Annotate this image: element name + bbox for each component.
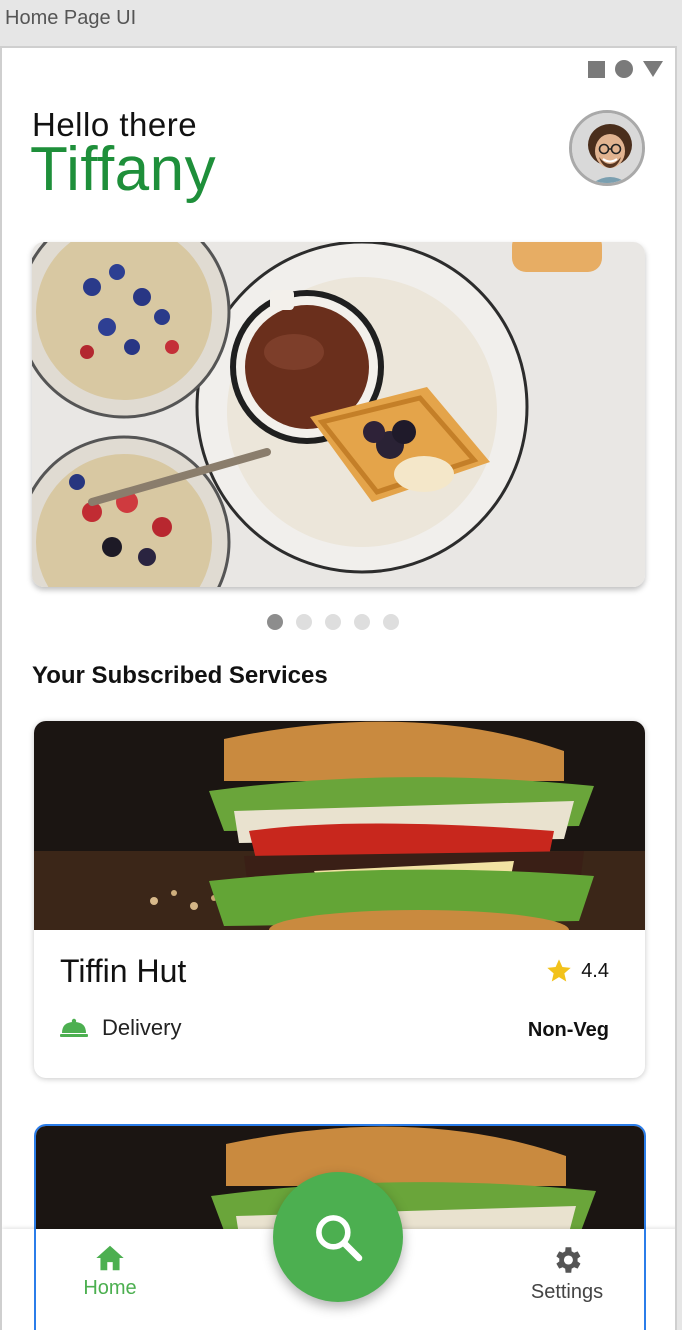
- service-name: Tiffin Hut: [60, 953, 187, 989]
- food-banner-carousel[interactable]: [32, 242, 645, 587]
- delivery-info: Delivery: [60, 1015, 181, 1041]
- section-title: Your Subscribed Services: [32, 662, 328, 689]
- carousel-indicator: [267, 614, 399, 630]
- nav-settings[interactable]: Settings: [517, 1243, 617, 1323]
- carousel-dot-1[interactable]: [267, 614, 283, 630]
- recent-apps-icon: [588, 60, 605, 78]
- search-icon: [316, 1215, 363, 1262]
- burger-image: [34, 721, 645, 930]
- gear-icon: [556, 1247, 581, 1273]
- window-title: Home Page UI: [5, 7, 137, 29]
- breakfast-image: [32, 242, 645, 587]
- search-fab-button[interactable]: [273, 1172, 403, 1302]
- diet-tag: Non-Veg: [527, 1019, 609, 1041]
- home-icon: [96, 1245, 124, 1271]
- service-card[interactable]: Tiffin Hut 4.4 Delivery Non-Veg: [34, 721, 645, 1078]
- carousel-dot-5[interactable]: [383, 614, 399, 630]
- back-triangle-icon: [643, 61, 663, 77]
- selection-outline-right: [644, 1229, 646, 1330]
- rating-value: 4.4: [581, 959, 609, 982]
- nav-home[interactable]: Home: [60, 1243, 160, 1323]
- status-bar: [588, 60, 663, 78]
- delivery-label: Delivery: [102, 1015, 182, 1040]
- carousel-dot-4[interactable]: [354, 614, 370, 630]
- window-title-bar: Home Page UI: [0, 0, 682, 46]
- phone-screen: Hello there Tiffany Your Subscribed Serv…: [0, 46, 677, 1330]
- carousel-dot-2[interactable]: [296, 614, 312, 630]
- nav-home-label: Home: [83, 1277, 137, 1299]
- avatar[interactable]: [569, 110, 645, 186]
- service-rating: 4.4: [545, 957, 609, 985]
- carousel-dot-3[interactable]: [325, 614, 341, 630]
- selection-outline-left: [34, 1229, 36, 1330]
- user-name: Tiffany: [30, 135, 217, 204]
- cloche-icon: [60, 1018, 88, 1037]
- nav-settings-label: Settings: [530, 1281, 604, 1303]
- star-icon: [547, 959, 571, 982]
- avatar-icon: [572, 113, 642, 183]
- home-circle-icon: [615, 60, 633, 78]
